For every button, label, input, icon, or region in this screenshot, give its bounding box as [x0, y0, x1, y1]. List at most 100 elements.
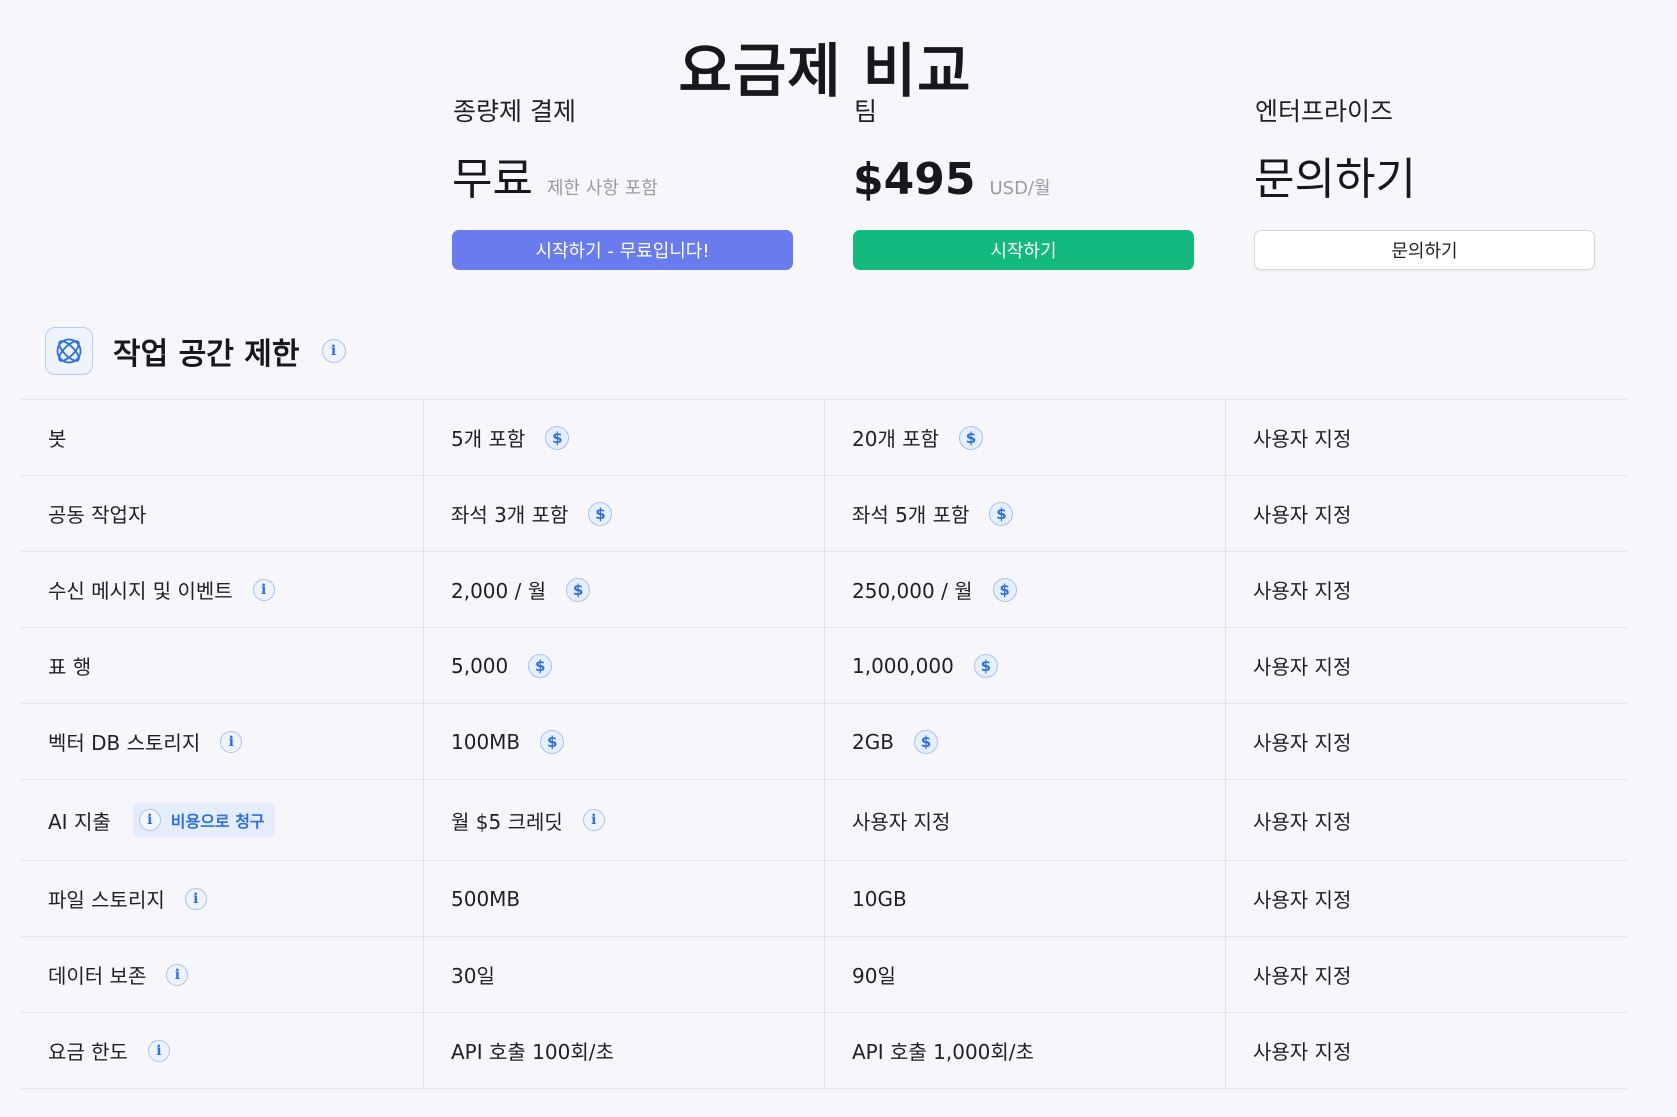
enterprise-value: 사용자 지정	[1253, 427, 1352, 451]
dollar-icon[interactable]: $	[973, 653, 998, 678]
dollar-icon[interactable]: $	[588, 501, 613, 526]
free-cell: 30일	[423, 937, 824, 1012]
dollar-icon[interactable]: $	[545, 425, 570, 450]
dollar-icon[interactable]: $	[913, 729, 938, 754]
row-label-text: AI 지출	[48, 809, 111, 834]
section-info-icon[interactable]: i	[321, 339, 346, 363]
row-label: 벡터 DB 스토리지 i	[21, 704, 423, 779]
table-row-messages: 수신 메시지 및 이벤트 i 2,000 / 월 $ 250,000 / 월 $ 사용…	[21, 552, 1627, 628]
free-value: 2,000 / 월	[451, 579, 547, 603]
dollar-icon[interactable]: $	[540, 729, 565, 754]
free-cell: 2,000 / 월 $	[423, 552, 824, 627]
dollar-icon[interactable]: $	[566, 577, 591, 602]
team-cell: 좌석 5개 포함 $	[824, 476, 1225, 551]
plan-name-team: 팀	[854, 97, 878, 126]
contact-sales-button[interactable]: 문의하기	[1254, 230, 1595, 270]
enterprise-cell: 사용자 지정	[1225, 861, 1627, 936]
plan-price-note-free: 제한 사항 포함	[546, 178, 658, 199]
row-label: 파일 스토리지 i	[21, 861, 423, 936]
info-icon[interactable]: i	[220, 730, 243, 753]
row-label-text: 공동 작업자	[48, 503, 147, 527]
enterprise-cell: 사용자 지정	[1225, 552, 1627, 627]
team-value: 250,000 / 월	[852, 579, 973, 603]
start-team-button[interactable]: 시작하기	[853, 230, 1194, 270]
free-cell: 5,000 $	[423, 628, 824, 703]
info-icon[interactable]: i	[184, 887, 207, 910]
info-icon[interactable]: i	[582, 809, 605, 831]
team-value: 10GB	[852, 886, 907, 911]
table-row-bots: 봇 5개 포함 $ 20개 포함 $ 사용자 지정	[21, 400, 1627, 476]
row-label-text: 봇	[48, 427, 67, 451]
enterprise-value: 사용자 지정	[1253, 964, 1352, 988]
dollar-icon[interactable]: $	[992, 577, 1017, 602]
enterprise-cell: 사용자 지정	[1225, 704, 1627, 779]
free-cell: 100MB $	[423, 704, 824, 779]
enterprise-value: 사용자 지정	[1253, 503, 1352, 527]
enterprise-value: 사용자 지정	[1253, 655, 1352, 679]
team-cell: 사용자 지정	[824, 780, 1225, 860]
row-label: AI 지출 i 비용으로 청구	[21, 780, 423, 860]
row-label-text: 수신 메시지 및 이벤트	[48, 579, 233, 603]
plan-price-row-free: 무료 제한 사항 포함	[452, 150, 794, 214]
row-label: 공동 작업자	[21, 476, 423, 551]
row-label: 요금 한도 i	[21, 1013, 423, 1088]
free-value: 좌석 3개 포함	[451, 503, 569, 527]
free-cell: 좌석 3개 포함 $	[423, 476, 824, 551]
free-value: 5,000	[451, 653, 509, 678]
enterprise-value: 사용자 지정	[1253, 809, 1352, 834]
team-value: 좌석 5개 포함	[852, 503, 970, 527]
team-cell: 250,000 / 월 $	[824, 552, 1225, 627]
plan-team: 팀 $495 USD/월 시작하기	[853, 94, 1195, 270]
atom-icon	[45, 327, 93, 375]
info-icon[interactable]: i	[147, 1039, 170, 1062]
row-label: 봇	[21, 400, 423, 475]
comparison-table: 봇 5개 포함 $ 20개 포함 $ 사용자 지정 공동 작업자 좌석 3개 포함 $…	[21, 399, 1627, 1089]
row-label-text: 표 행	[48, 655, 92, 679]
free-cell: 500MB	[423, 861, 824, 936]
row-label: 수신 메시지 및 이벤트 i	[21, 552, 423, 627]
enterprise-cell: 사용자 지정	[1225, 400, 1627, 475]
dollar-icon[interactable]: $	[959, 425, 984, 450]
info-icon[interactable]: i	[252, 578, 275, 601]
team-value: 90일	[852, 964, 896, 988]
free-value: API 호출 100회/초	[451, 1040, 614, 1064]
team-value: API 호출 1,000회/초	[852, 1040, 1034, 1064]
start-free-button[interactable]: 시작하기 - 무료입니다!	[452, 230, 793, 270]
plan-price-free: 무료	[452, 154, 533, 205]
info-icon[interactable]: i	[138, 809, 161, 831]
free-value: 100MB	[451, 729, 521, 754]
free-cell: API 호출 100회/초	[423, 1013, 824, 1088]
table-row-table-rows: 표 행 5,000 $ 1,000,000 $ 사용자 지정	[21, 628, 1627, 704]
enterprise-value: 사용자 지정	[1253, 579, 1352, 603]
info-icon[interactable]: i	[166, 963, 189, 986]
row-label: 표 행	[21, 628, 423, 703]
free-value: 5개 포함	[451, 427, 526, 451]
plan-enterprise: 엔터프라이즈 문의하기 문의하기	[1254, 94, 1596, 270]
free-value: 500MB	[451, 886, 521, 911]
row-label-text: 파일 스토리지	[48, 888, 165, 912]
team-value: 1,000,000	[852, 653, 954, 678]
dollar-icon[interactable]: $	[528, 653, 553, 678]
dollar-icon[interactable]: $	[989, 501, 1014, 526]
plan-name-enterprise: 엔터프라이즈	[1255, 97, 1394, 126]
row-label-text: 벡터 DB 스토리지	[48, 731, 201, 755]
free-value: 30일	[451, 964, 495, 988]
billed-as-cost-badge: i 비용으로 청구	[132, 803, 275, 837]
plan-price-enterprise: 문의하기	[1254, 154, 1416, 205]
table-row-file-storage: 파일 스토리지 i 500MB 10GB 사용자 지정	[21, 861, 1627, 937]
team-cell: 10GB	[824, 861, 1225, 936]
plan-free: 종량제 결제 무료 제한 사항 포함 시작하기 - 무료입니다!	[452, 94, 794, 270]
table-row-rate-limit: 요금 한도 i API 호출 100회/초 API 호출 1,000회/초 사용자…	[21, 1013, 1627, 1089]
enterprise-cell: 사용자 지정	[1225, 476, 1627, 551]
row-label-text: 데이터 보존	[48, 964, 147, 988]
free-cell: 5개 포함 $	[423, 400, 824, 475]
enterprise-value: 사용자 지정	[1253, 731, 1352, 755]
team-cell: API 호출 1,000회/초	[824, 1013, 1225, 1088]
table-row-data-retention: 데이터 보존 i 30일 90일 사용자 지정	[21, 937, 1627, 1013]
team-value: 사용자 지정	[852, 809, 951, 834]
team-value: 2GB	[852, 729, 894, 754]
plan-name-free: 종량제 결제	[453, 97, 576, 126]
team-cell: 2GB $	[824, 704, 1225, 779]
team-value: 20개 포함	[852, 427, 940, 451]
row-label: 데이터 보존 i	[21, 937, 423, 1012]
